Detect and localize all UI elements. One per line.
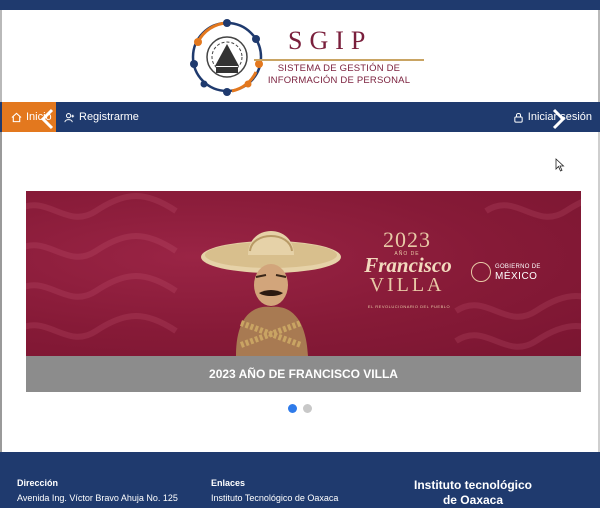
nav-registrarme[interactable]: Registrarme — [64, 102, 139, 132]
brand-divider — [254, 59, 424, 61]
carousel-next-icon[interactable] — [550, 108, 566, 130]
carousel-caption-bar: 2023 AÑO DE FRANCISCO VILLA — [26, 356, 581, 392]
footer-institute-line2: de Oaxaca — [442, 493, 504, 507]
slide-year: 2023 — [383, 227, 431, 252]
hero-carousel[interactable]: 2023 AÑO DE Francisco VILLA EL REVOLUCIO… — [26, 191, 581, 392]
footer-link-ito[interactable]: Instituto Tecnológico de Oaxaca — [211, 493, 338, 503]
site-footer: Dirección Avenida Ing. Víctor Bravo Ahuj… — [0, 452, 600, 508]
add-user-icon — [64, 112, 75, 122]
mouse-cursor-icon — [555, 158, 565, 172]
main-navbar: Inicio Registrarme Iniciar sesión — [0, 102, 600, 132]
footer-enlaces: Enlaces Instituto Tecnológico de Oaxaca — [211, 478, 338, 503]
top-strip — [0, 0, 600, 10]
carousel-caption: 2023 AÑO DE FRANCISCO VILLA — [209, 367, 398, 381]
brand-subtitle-line2: INFORMACIÓN DE PERSONAL — [267, 75, 411, 86]
slide-villa: VILLA — [369, 274, 445, 296]
footer-direccion-title: Dirección — [17, 478, 59, 488]
francisco-villa-portrait — [201, 231, 341, 356]
carousel-dot-2[interactable] — [303, 404, 312, 413]
carousel-dot-1[interactable] — [288, 404, 297, 413]
home-icon — [11, 112, 22, 122]
gob-label-small: GOBIERNO DE — [495, 264, 541, 270]
lock-icon — [514, 112, 523, 123]
slide-tagline: EL REVOLUCIONARIO DEL PUEBLO — [367, 304, 451, 309]
gobierno-de-mexico-logo: GOBIERNO DE MÉXICO — [471, 261, 551, 285]
brand-subtitle-line1: SISTEMA DE GESTIÓN DE — [277, 63, 401, 74]
footer-institute-line1: Instituto tecnológico — [414, 478, 532, 492]
brand-acronym: SGIP — [288, 26, 373, 55]
nav-registrarme-label: Registrarme — [79, 111, 139, 123]
site-header: SGIP SISTEMA DE GESTIÓN DE INFORMACIÓN D… — [0, 10, 600, 102]
carousel-indicators — [288, 404, 314, 414]
brand-block: SGIP SISTEMA DE GESTIÓN DE INFORMACIÓN D… — [254, 28, 424, 87]
footer-institute: Instituto tecnológico de Oaxaca — [400, 478, 546, 508]
carousel-prev-icon[interactable] — [40, 108, 56, 130]
footer-direccion-text: Avenida Ing. Víctor Bravo Ahuja No. 125 — [17, 493, 178, 503]
footer-direccion: Dirección Avenida Ing. Víctor Bravo Ahuj… — [17, 478, 178, 503]
gob-label-big: MÉXICO — [495, 271, 538, 282]
national-seal-icon — [471, 262, 491, 282]
footer-enlaces-title: Enlaces — [211, 478, 246, 488]
